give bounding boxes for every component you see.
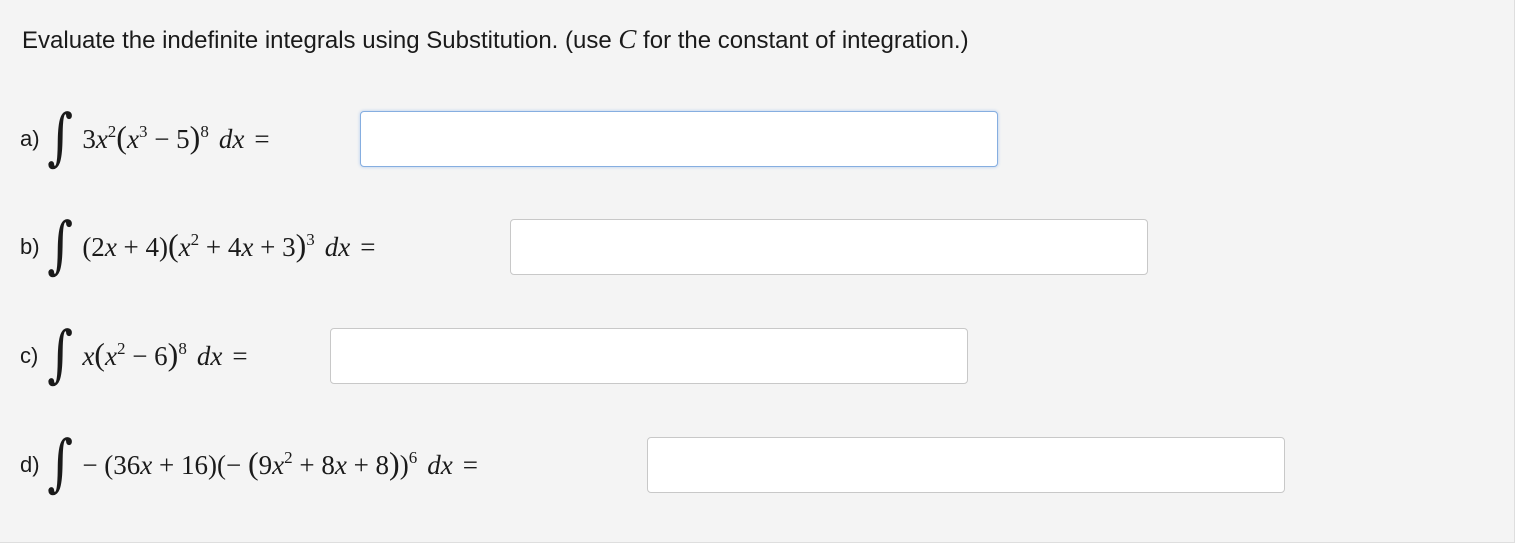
problem-b-integrand: (2x + 4)(x2 + 4x + 3)3 [82,226,315,263]
problem-a-answer-input[interactable] [360,111,998,167]
integral-sign: ∫ [47,426,74,499]
problem-c: c) ∫ x(x2 − 6)8 dx = [20,317,248,390]
problem-a-equals: = [254,123,270,154]
problem-d: d) ∫ − (36x + 16)(− (9x2 + 8x + 8))6 dx … [20,426,478,499]
problem-a: a) ∫ 3x2(x3 − 5)8 dx = [20,100,270,173]
instructions-suffix: for the constant of integration.) [636,27,969,54]
problem-b-differential: dx [324,231,351,262]
integral-sign: ∫ [47,317,74,390]
problem-a-integrand: 3x2(x3 − 5)8 [82,118,209,155]
problem-d-equals: = [462,449,478,480]
problem-b: b) ∫ (2x + 4)(x2 + 4x + 3)3 dx = [20,208,376,281]
problem-c-label: c) [20,343,39,368]
constant-symbol: C [618,24,637,54]
problem-a-differential: dx [218,123,245,154]
problem-c-integrand: x(x2 − 6)8 [82,335,187,372]
problem-d-differential: dx [427,449,453,480]
problem-c-answer-input[interactable] [330,328,968,384]
problem-d-integrand: − (36x + 16)(− (9x2 + 8x + 8))6 [82,444,418,481]
question-panel: Evaluate the indefinite integrals using … [0,0,1515,543]
problem-d-answer-input[interactable] [647,437,1285,493]
problem-c-equals: = [232,340,248,371]
problem-b-answer-input[interactable] [510,219,1148,275]
integral-sign: ∫ [47,100,74,173]
problem-c-differential: dx [196,340,223,371]
problem-b-label: b) [20,234,40,259]
instructions-prefix: Evaluate the indefinite integrals using … [22,27,619,54]
instructions-text: Evaluate the indefinite integrals using … [22,24,969,55]
problem-d-label: d) [20,452,40,477]
problem-b-equals: = [360,231,376,262]
integral-sign: ∫ [47,208,74,281]
problem-a-label: a) [20,126,40,151]
